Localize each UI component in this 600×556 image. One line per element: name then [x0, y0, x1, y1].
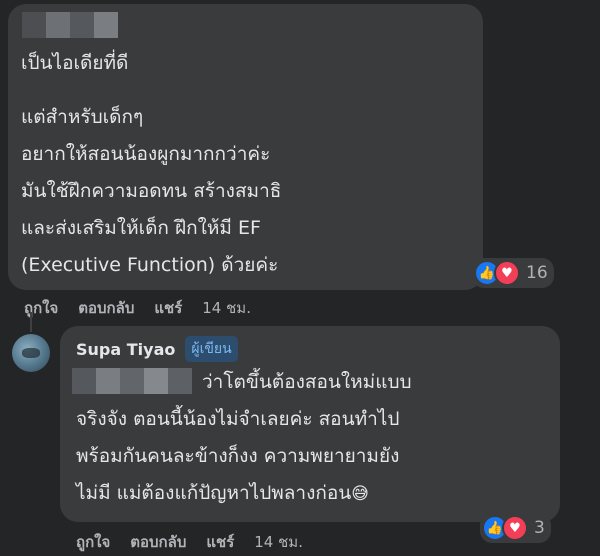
comment-text-body: แต่สำหรับเด็กๆ อยากให้สอนน้องผูกมากกว่าค… — [21, 106, 282, 276]
thread-line — [30, 312, 32, 332]
reaction-summary[interactable]: 👍 ♥ 16 — [472, 258, 554, 288]
share-button[interactable]: แชร์ — [206, 530, 234, 554]
author-name[interactable]: Supa Tiyao — [76, 340, 175, 359]
avatar[interactable] — [12, 334, 50, 372]
reaction-count: 3 — [534, 518, 545, 538]
comment-actions: ถูกใจ ตอบกลับ แชร์ 14 ชม. — [24, 296, 251, 320]
reaction-count: 16 — [526, 263, 548, 283]
author-row: Supa Tiyao ผู้เขียน — [76, 336, 238, 362]
share-button[interactable]: แชร์ — [154, 296, 182, 320]
like-button[interactable]: ถูกใจ — [76, 530, 110, 554]
timestamp[interactable]: 14 ชม. — [202, 296, 251, 320]
comment-bubble: เป็นไอเดียที่ดี แต่สำหรับเด็กๆ อยากให้สอ… — [8, 4, 483, 290]
reply-text-body: ว่าโตขึ้นต้องสอนใหม่แบบ จริงจัง ตอนนี้น้… — [76, 364, 412, 513]
comment-text: เป็นไอเดียที่ดี — [21, 52, 129, 74]
reaction-summary[interactable]: 👍 ♥ 3 — [480, 513, 551, 543]
love-icon: ♥ — [502, 515, 528, 541]
reply-button[interactable]: ตอบกลับ — [130, 530, 186, 554]
reply-button[interactable]: ตอบกลับ — [78, 296, 134, 320]
redacted-name — [22, 12, 118, 38]
love-icon: ♥ — [494, 260, 520, 286]
author-badge: ผู้เขียน — [185, 336, 238, 362]
timestamp[interactable]: 14 ชม. — [254, 530, 303, 554]
grin-sweat-emoji: 😅 — [351, 484, 370, 504]
reply-bubble: Supa Tiyao ผู้เขียน ว่าโตขึ้นต้องสอนใหม่… — [60, 326, 560, 522]
reply-actions: ถูกใจ ตอบกลับ แชร์ 14 ชม. — [76, 530, 303, 554]
